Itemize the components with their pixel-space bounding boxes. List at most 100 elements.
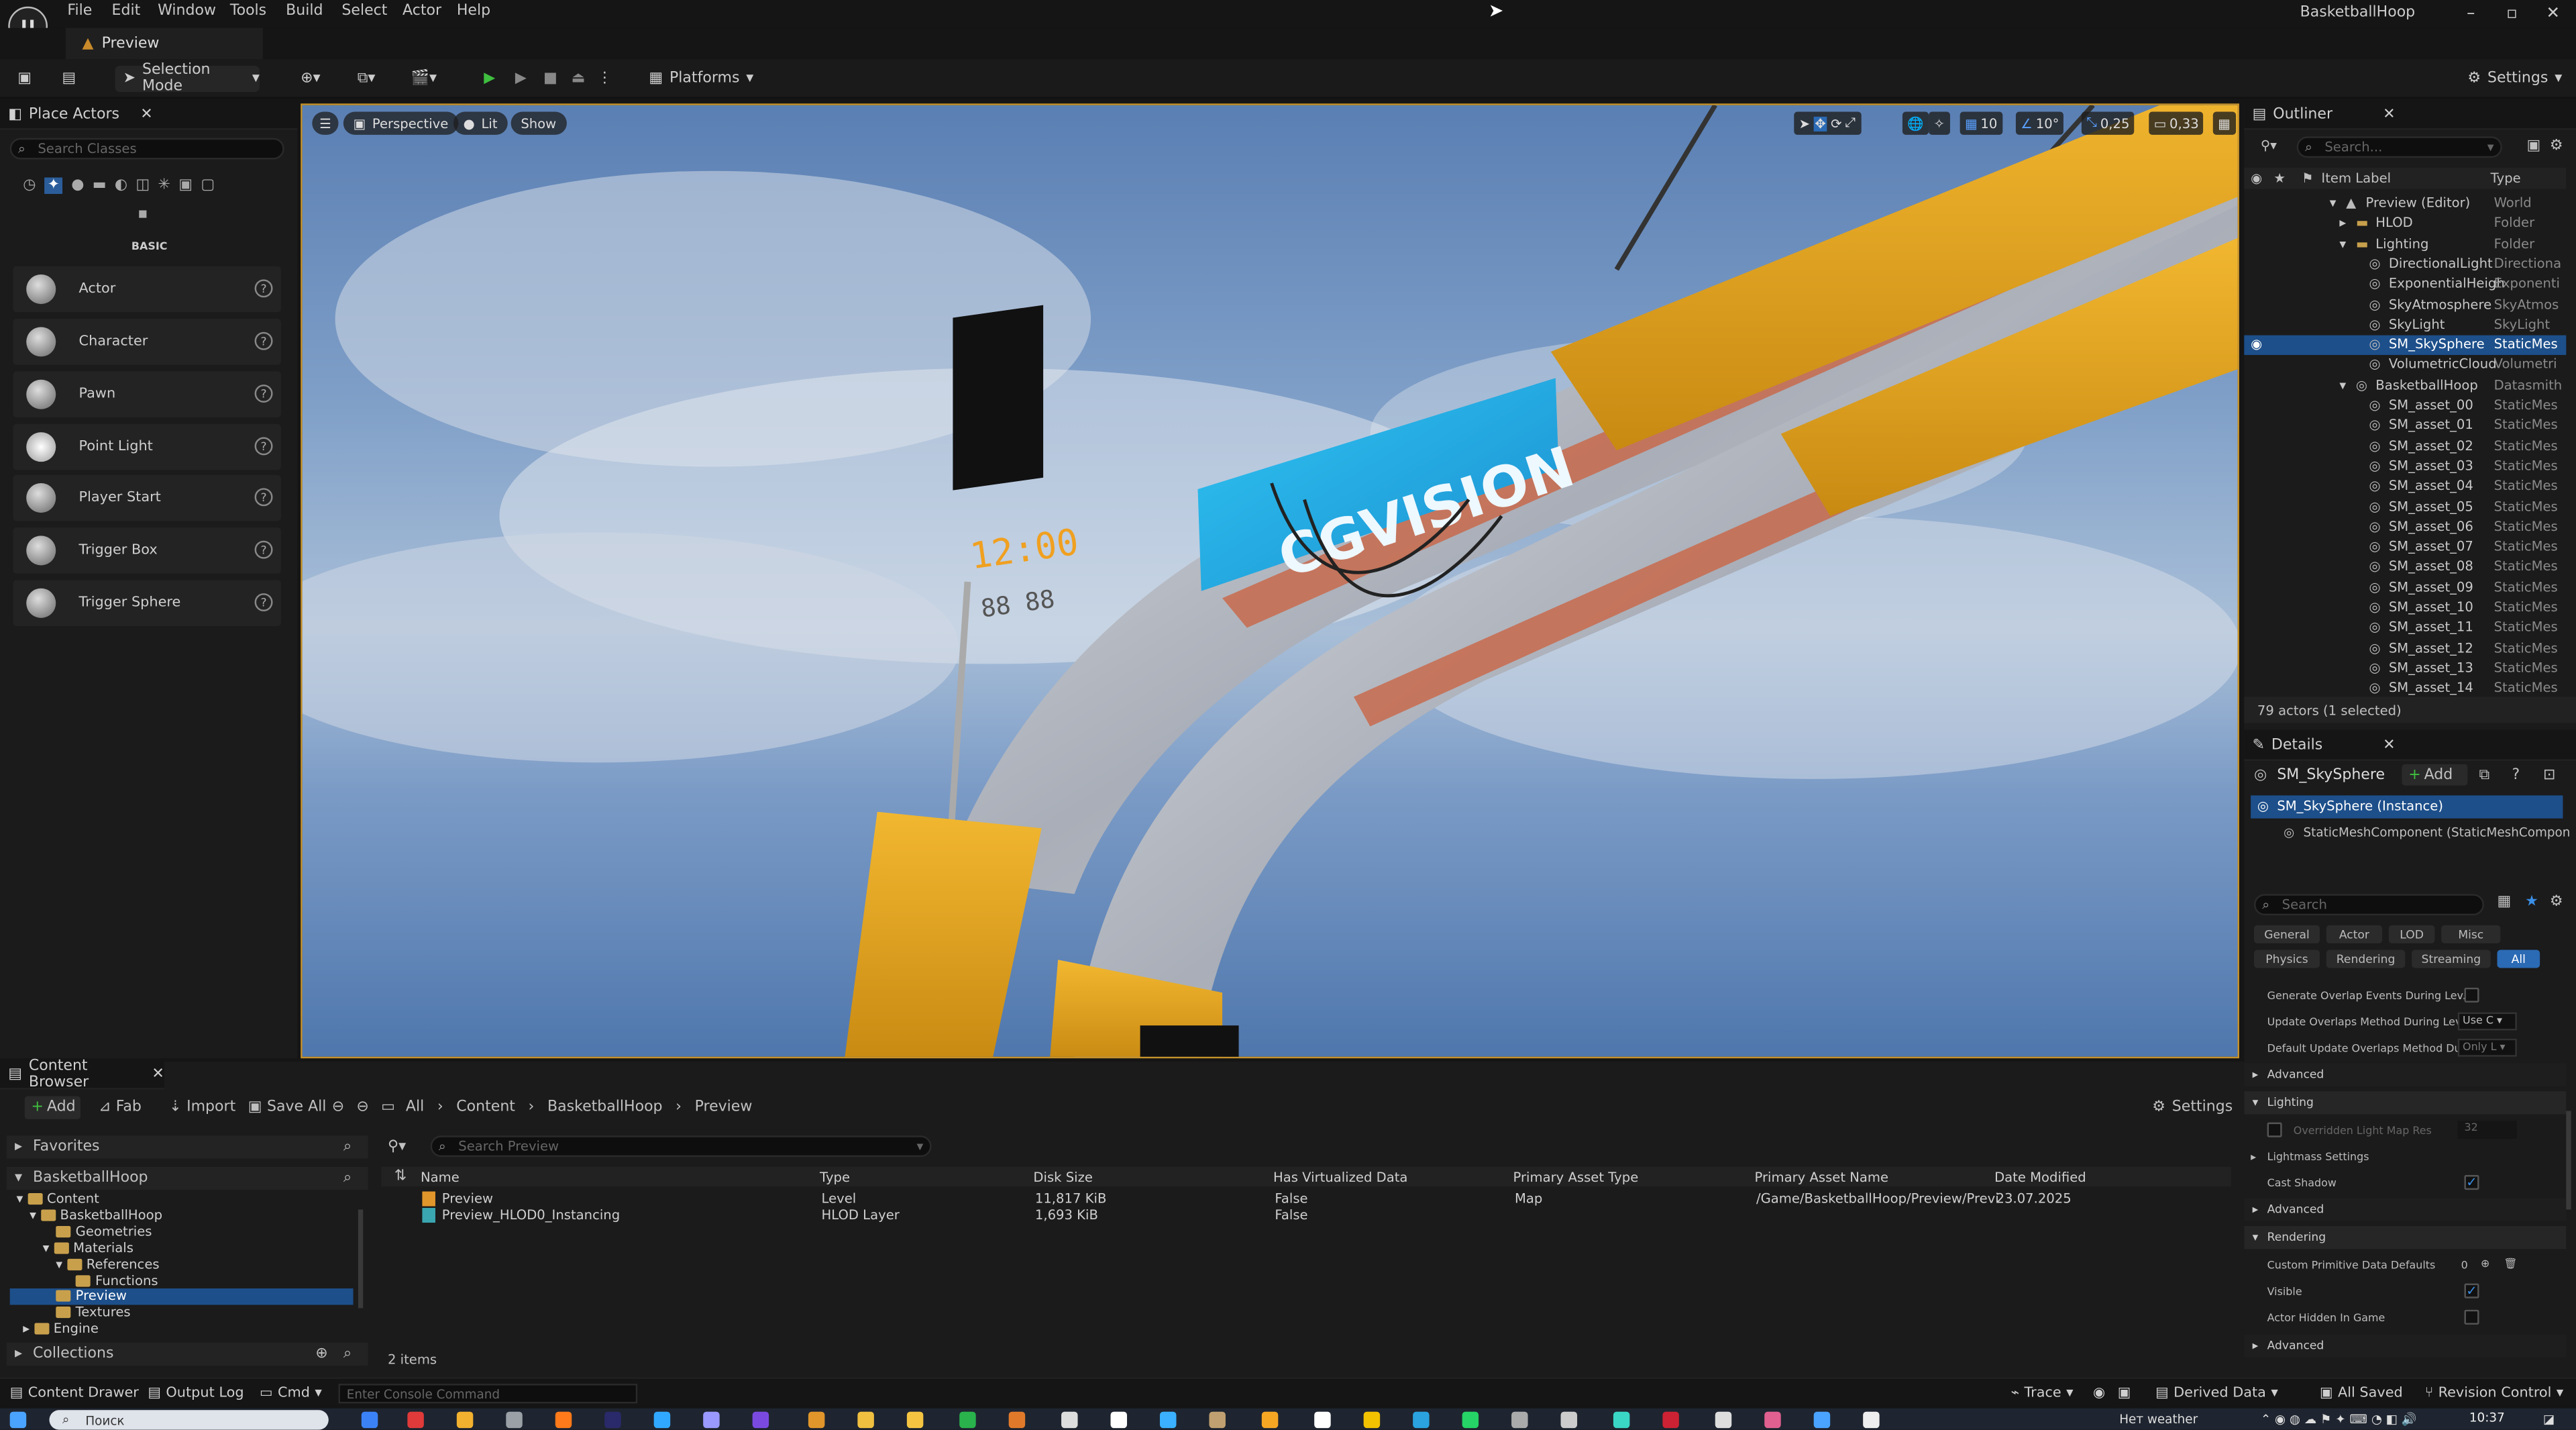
actor-item-point-light[interactable]: Point Light? — [13, 423, 281, 470]
outliner-row[interactable]: ◎ SM_asset_05 StaticMes — [2244, 497, 2566, 517]
breadcrumb-all[interactable]: All — [406, 1099, 424, 1115]
restore-icon[interactable]: ▫ — [2500, 3, 2523, 23]
tray-icons[interactable]: ⌃ ◉ ◍ ☁ ⚑ ✦ ⌨ ◔ ◧ 🔊 — [2261, 1412, 2417, 1427]
outliner-row[interactable]: ▾ ◎ BasketballHoop Datasmith — [2244, 376, 2566, 396]
app-icon[interactable] — [808, 1411, 825, 1429]
import-button[interactable]: ⇣ Import — [169, 1099, 235, 1115]
app-icon[interactable] — [456, 1411, 474, 1429]
lighting-advanced-section[interactable]: ▸ Advanced — [2244, 1198, 2567, 1221]
tree-functions[interactable]: Functions — [75, 1274, 158, 1288]
surface-snap-icon[interactable]: ✧ — [1929, 111, 1950, 135]
outliner-row[interactable]: ◎ SM_asset_11 StaticMes — [2244, 619, 2566, 639]
col-date-modified[interactable]: Date Modified — [1994, 1170, 2086, 1185]
visual-effects-icon[interactable]: ◐ — [115, 177, 127, 193]
recent-icon[interactable]: ◷ — [23, 177, 36, 193]
select-icon[interactable]: ➤ — [1799, 116, 1810, 131]
geometry-icon[interactable]: ◫ — [136, 177, 150, 193]
actor-item-character[interactable]: Character? — [13, 319, 281, 365]
details-tab[interactable]: ✎ Details ✕ — [2244, 733, 2576, 761]
app-icon[interactable] — [555, 1411, 572, 1429]
menu-actor[interactable]: Actor — [402, 3, 441, 19]
app-icon[interactable] — [361, 1411, 378, 1429]
outliner-row[interactable]: ◎ SkyAtmosphere SkyAtmos — [2244, 295, 2566, 315]
revision-control-button[interactable]: ⑂ Revision Control ▾ — [2425, 1386, 2564, 1402]
close-window-icon[interactable]: ✕ — [2542, 3, 2565, 23]
prop-lightmass-settings[interactable]: ▸ Lightmass Settings — [2251, 1144, 2563, 1169]
app-icon[interactable] — [703, 1411, 720, 1429]
app-icon[interactable] — [752, 1411, 769, 1429]
help-icon[interactable]: ? — [254, 540, 273, 559]
tree-preview[interactable]: Preview — [9, 1288, 354, 1305]
app-icon[interactable] — [857, 1411, 874, 1429]
help-icon[interactable]: ? — [254, 593, 273, 612]
app-icon[interactable] — [1511, 1411, 1528, 1429]
menu-edit[interactable]: Edit — [112, 3, 141, 19]
menu-select[interactable]: Select — [341, 3, 387, 19]
app-icon[interactable] — [1314, 1411, 1331, 1429]
outliner-search-input[interactable]: ⌕ Search... ▾ — [2296, 136, 2502, 158]
checkbox[interactable] — [2464, 1309, 2479, 1325]
stop-icon[interactable]: ■ — [541, 66, 560, 92]
add-folder-icon[interactable]: ▣ — [2527, 138, 2541, 154]
console-input[interactable]: Enter Console Command — [338, 1384, 638, 1404]
app-icon[interactable] — [1613, 1411, 1630, 1429]
cb-settings-button[interactable]: ⚙ Settings — [2152, 1099, 2233, 1115]
outliner-row[interactable]: ◎ SM_asset_00 StaticMes — [2244, 396, 2566, 416]
chevron-right-icon[interactable]: ▸ — [2339, 216, 2346, 231]
checkbox-checked[interactable]: ✓ — [2464, 1283, 2479, 1298]
app-icon[interactable] — [1560, 1411, 1578, 1429]
content-browser-tab[interactable]: ▤ Content Browser ✕ — [0, 1058, 164, 1091]
unreal-taskbar-icon[interactable] — [1110, 1411, 1128, 1429]
rotation-snap-toggle[interactable]: ∠ 10° — [2015, 111, 2064, 135]
help-icon[interactable]: ? — [254, 279, 273, 298]
update-overlaps-dropdown[interactable]: Use C ▾ — [2457, 1012, 2517, 1031]
filter-lod[interactable]: LOD — [2388, 925, 2435, 943]
outliner-row[interactable]: ◎ SM_asset_02 StaticMes — [2244, 436, 2566, 456]
world-local-icon[interactable]: 🌐 — [1902, 111, 1929, 135]
menu-tools[interactable]: Tools — [230, 3, 266, 19]
close-icon[interactable]: ✕ — [2383, 107, 2395, 123]
search-classes-input[interactable]: ⌕ Search Classes — [9, 138, 284, 160]
details-search-input[interactable]: ⌕ Search — [2254, 894, 2484, 916]
app-icon[interactable] — [604, 1411, 621, 1429]
outliner-row[interactable]: ◎ SM_asset_04 StaticMes — [2244, 477, 2566, 497]
folder-icon[interactable]: ▭ — [381, 1099, 395, 1115]
browse-icon[interactable]: ▤ — [58, 66, 80, 92]
tree-engine[interactable]: ▸ Engine — [23, 1321, 99, 1336]
app-icon[interactable] — [1462, 1411, 1479, 1429]
filter-rendering[interactable]: Rendering — [2326, 950, 2406, 968]
weather-widget[interactable]: Нет weather — [2119, 1412, 2198, 1427]
viewport-menu-icon[interactable]: ☰ — [312, 111, 339, 135]
filter-misc[interactable]: Misc — [2441, 925, 2501, 943]
outliner-row[interactable]: ▸ ▬ HLOD Folder — [2244, 214, 2566, 234]
taskbar-search[interactable]: ⌕ Поиск — [49, 1410, 329, 1430]
chevron-down-icon[interactable]: ▾ — [2339, 378, 2346, 393]
tree-geometries[interactable]: Geometries — [56, 1225, 152, 1239]
app-icon[interactable] — [653, 1411, 671, 1429]
filter-general[interactable]: General — [2254, 925, 2320, 943]
tree-references[interactable]: ▾ References — [56, 1257, 159, 1272]
outliner-row[interactable]: ◎ SM_asset_06 StaticMes — [2244, 517, 2566, 538]
actor-item-pawn[interactable]: Pawn? — [13, 371, 281, 418]
lights-category-icon[interactable]: ● — [71, 177, 84, 193]
scrollbar[interactable] — [358, 1209, 364, 1309]
app-icon[interactable] — [906, 1411, 924, 1429]
help-icon[interactable]: ? — [254, 488, 273, 507]
tree-content[interactable]: ▾ Content — [16, 1192, 99, 1207]
delete-icon[interactable]: 🗑 — [2504, 1257, 2517, 1270]
outliner-row[interactable]: ◎ SM_asset_03 StaticMes — [2244, 457, 2566, 477]
outliner-row[interactable]: ◎ VolumetricCloud Volumetri — [2244, 356, 2566, 376]
tab-preview[interactable]: ▲ Preview — [65, 28, 263, 60]
save-all-button[interactable]: ▣ Save All — [248, 1099, 327, 1115]
gear-icon[interactable]: ⚙ — [2550, 894, 2563, 910]
checkbox[interactable] — [2464, 987, 2479, 1003]
col-disk-size[interactable]: Disk Size — [1033, 1170, 1093, 1185]
outliner-row[interactable]: ◎ SM_asset_07 StaticMes — [2244, 538, 2566, 558]
filter-physics[interactable]: Physics — [2254, 950, 2320, 968]
camera-speed-button[interactable]: ▭ 0,33 — [2149, 111, 2204, 135]
default-overlaps-dropdown[interactable]: Only L ▾ — [2457, 1038, 2517, 1057]
selection-mode-dropdown[interactable]: ➤ Selection Mode ▾ — [115, 62, 260, 95]
eject-icon[interactable]: ⏏ — [568, 66, 588, 92]
favorite-column-icon[interactable]: ★ — [2273, 171, 2286, 186]
step-icon[interactable]: ▶ — [511, 66, 531, 92]
